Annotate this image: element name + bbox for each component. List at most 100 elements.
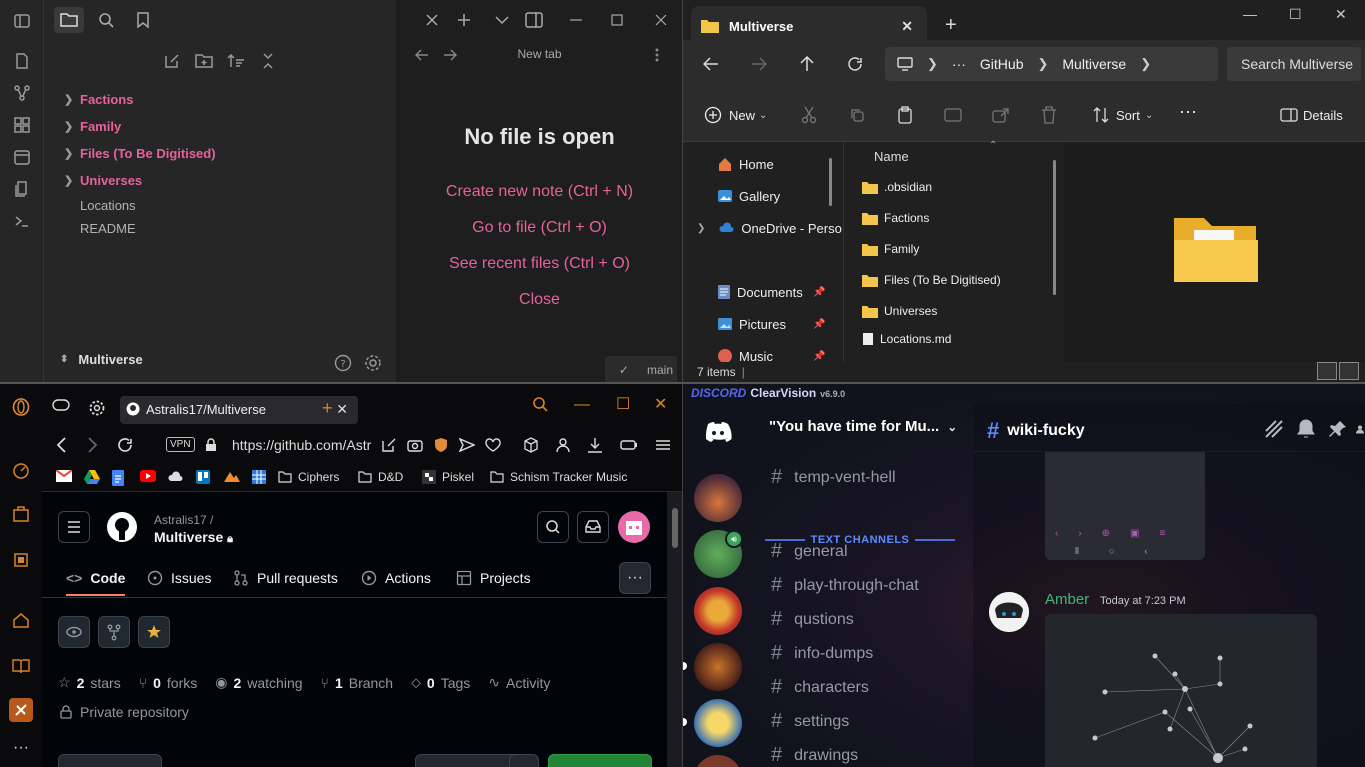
reload-icon[interactable] (116, 436, 134, 454)
nav-item-onedrive[interactable]: ❯ OneDrive - Perso (697, 218, 842, 238)
channel-item[interactable]: # drawings (771, 744, 858, 767)
back-arrow-icon[interactable] (701, 54, 721, 74)
activity-stat[interactable]: ∿ Activity (488, 674, 550, 691)
nav-item-gallery[interactable]: Gallery (717, 186, 780, 206)
members-icon[interactable] (1355, 418, 1365, 440)
list-item[interactable]: Factions (862, 208, 929, 228)
adblock-shield-icon[interactable] (432, 436, 450, 454)
server-icon[interactable] (694, 699, 742, 747)
search-icon[interactable] (532, 396, 548, 412)
ellipsis-icon[interactable]: ··· (952, 56, 966, 72)
tab-actions[interactable]: Actions (361, 570, 431, 586)
list-item[interactable]: Universes (862, 301, 937, 321)
guild-name[interactable]: "You have time for Mu... ⌄ (769, 418, 957, 435)
cut-icon[interactable] (799, 105, 819, 125)
files-tab-icon[interactable] (54, 7, 84, 33)
download-icon[interactable] (586, 436, 604, 454)
channel-item[interactable]: # characters (771, 676, 869, 699)
settings-gear-icon[interactable] (363, 353, 383, 373)
details-view-button[interactable] (1317, 362, 1337, 380)
address-bar[interactable]: ❯ ··· GitHub ❯ Multiverse ❯ (885, 47, 1218, 81)
github-logo-icon[interactable] (106, 511, 138, 543)
repo-owner-link[interactable]: Astralis17 / (154, 513, 213, 527)
delete-icon[interactable] (1039, 105, 1059, 125)
branch-stat[interactable]: ⑂ 1 Branch (321, 674, 394, 691)
bookmark-folder-dnd[interactable]: D&D (358, 470, 403, 484)
new-plus-icon[interactable] (703, 105, 723, 125)
back-arrow-icon[interactable] (52, 436, 70, 454)
breadcrumb[interactable]: GitHub (980, 56, 1024, 72)
discord-home-logo-icon[interactable] (694, 408, 742, 456)
forward-arrow-icon[interactable] (749, 54, 769, 74)
speed-dial-icon[interactable] (11, 460, 31, 480)
minimize-icon[interactable] (566, 10, 586, 30)
channel-item[interactable]: # settings (771, 710, 849, 733)
search-input[interactable]: Search Multiverse (1227, 47, 1361, 81)
search-button[interactable] (537, 511, 569, 543)
pin-icon[interactable] (1327, 418, 1349, 440)
collapse-all-icon[interactable] (258, 51, 278, 71)
channel-item[interactable]: # temp-vent-hell (771, 466, 896, 489)
gx-control-icon[interactable] (11, 550, 31, 570)
server-icon[interactable] (694, 755, 742, 767)
maximize-icon[interactable] (607, 10, 627, 30)
new-tab-plus-icon[interactable] (454, 10, 474, 30)
forward-arrow-icon[interactable] (84, 436, 102, 454)
easy-setup-sliders-icon[interactable] (654, 436, 672, 454)
close-icon[interactable]: ✕ (336, 401, 348, 418)
new-note-icon[interactable] (162, 51, 182, 71)
bookmark-folder-schism[interactable]: Schism Tracker Music (490, 470, 627, 484)
new-button[interactable]: New (729, 108, 755, 123)
avatar[interactable] (618, 511, 650, 543)
go-to-file-link[interactable]: Go to file (Ctrl + O) (396, 219, 682, 237)
tab-projects[interactable]: Projects (456, 570, 531, 586)
new-tab-plus-icon[interactable]: + (322, 398, 333, 419)
minimize-icon[interactable]: — (1243, 6, 1257, 22)
maximize-icon[interactable]: ☐ (1289, 6, 1302, 23)
rename-icon[interactable] (943, 105, 963, 125)
sort-arrows-icon[interactable] (1091, 105, 1111, 125)
help-icon[interactable]: ? (333, 353, 353, 373)
opera-logo-icon[interactable] (11, 397, 31, 417)
settings-gear-icon[interactable] (89, 400, 105, 416)
nav-item-home[interactable]: Home (717, 154, 774, 174)
hamburger-menu-button[interactable] (58, 511, 90, 543)
gamepad-icon[interactable] (52, 399, 70, 411)
gmail-bookmark-icon[interactable] (56, 470, 72, 482)
templates-icon[interactable] (12, 179, 32, 199)
up-arrow-icon[interactable] (797, 54, 817, 74)
vpn-badge[interactable]: VPN (166, 437, 195, 452)
tree-folder[interactable]: ❯ Factions (64, 86, 384, 113)
add-file-button[interactable] (509, 754, 539, 767)
cloud-bookmark-icon[interactable] (168, 470, 184, 482)
tree-folder[interactable]: ❯ Files (To Be Digitised) (64, 140, 384, 167)
open-quick-switcher-icon[interactable] (12, 51, 32, 71)
recent-files-link[interactable]: See recent files (Ctrl + O) (396, 255, 682, 273)
share-icon[interactable] (991, 105, 1011, 125)
paste-icon[interactable] (895, 105, 915, 125)
heart-icon[interactable] (484, 436, 502, 454)
close-window-icon[interactable] (651, 10, 671, 30)
forks-stat[interactable]: ⑂ 0 forks (139, 674, 198, 691)
google-drive-bookmark-icon[interactable] (84, 470, 100, 484)
graph-view-icon[interactable] (12, 83, 32, 103)
reader-book-icon[interactable] (11, 656, 31, 676)
create-new-note-link[interactable]: Create new note (Ctrl + N) (396, 183, 682, 201)
tiles-view-button[interactable] (1339, 362, 1359, 380)
maximize-icon[interactable]: ☐ (616, 394, 630, 414)
command-palette-icon[interactable] (12, 211, 32, 231)
code-dropdown-button[interactable] (548, 754, 652, 767)
tab-list-chevron-icon[interactable] (492, 10, 512, 30)
sidebar-toggle-icon[interactable] (12, 11, 32, 31)
grid-bookmark-icon[interactable] (252, 470, 266, 484)
page-scrollbar[interactable] (667, 492, 682, 767)
camera-icon[interactable] (406, 436, 424, 454)
canvas-icon[interactable] (12, 115, 32, 135)
copy-icon[interactable] (847, 105, 867, 125)
close-icon[interactable]: ✕ (901, 18, 913, 35)
branch-select-button[interactable] (58, 754, 162, 767)
tags-stat[interactable]: ⬦ 0 Tags (411, 674, 470, 691)
star-button[interactable] (138, 616, 170, 648)
mountain-bookmark-icon[interactable] (224, 470, 240, 482)
send-icon[interactable] (458, 436, 476, 454)
